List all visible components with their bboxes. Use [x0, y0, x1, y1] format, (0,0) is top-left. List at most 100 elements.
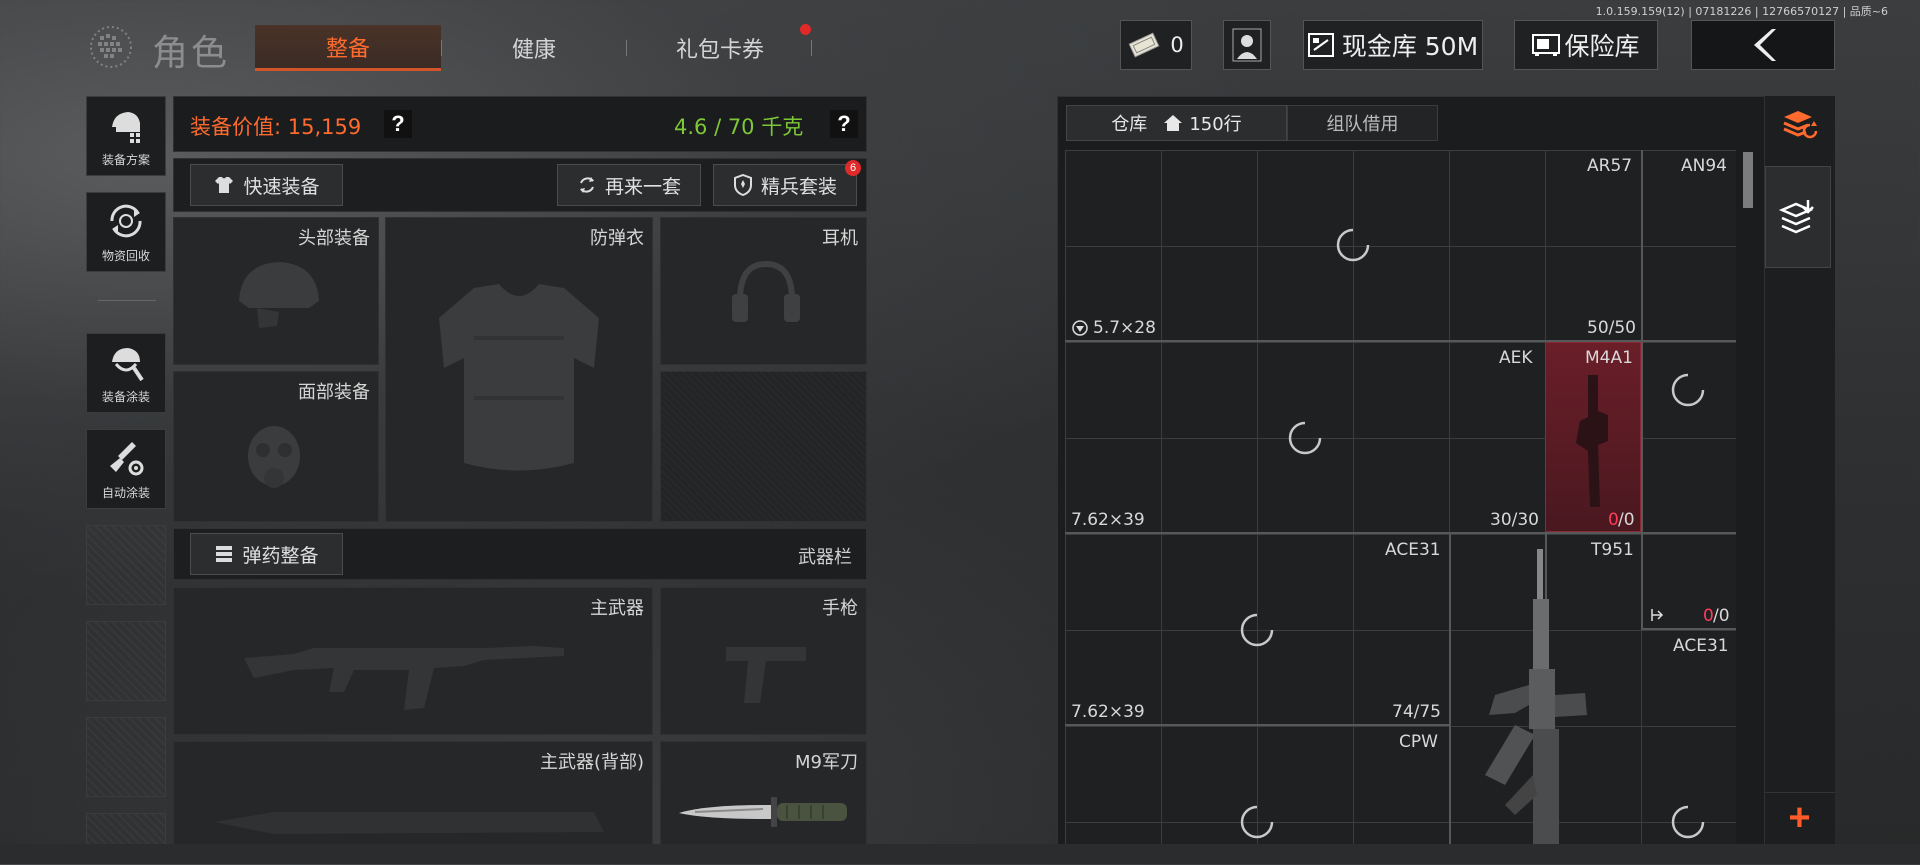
weapon-bar-label: 武器栏: [798, 547, 852, 568]
pistol-slot[interactable]: 手枪: [660, 587, 867, 735]
cash-vault-button[interactable]: 现金库 50M: [1303, 20, 1483, 70]
warehouse-scrollbar[interactable]: [1740, 150, 1756, 864]
exit-arrow-icon: [1651, 609, 1664, 621]
quick-equip-label: 快速装备: [243, 175, 320, 198]
slot-label: M9军刀: [795, 752, 858, 773]
empty-gear-slot: [660, 371, 867, 522]
warehouse-grid[interactable]: AR57 AN94 5.7×28 50/50 AEK M4A1 7.62×39 …: [1065, 150, 1736, 864]
back-button[interactable]: [1691, 20, 1835, 70]
sidebar-empty-slot: [86, 717, 166, 797]
ammo-icon: [216, 546, 233, 562]
tab-divider: [626, 40, 627, 56]
loading-spinner-icon: [1240, 805, 1274, 839]
sidebar-empty-slot: [86, 621, 166, 701]
knife-icon: [679, 797, 847, 827]
notification-dot: [800, 24, 811, 35]
slot-label: 面部装备: [298, 382, 370, 403]
loading-spinner-icon: [1671, 805, 1705, 839]
ticket-icon: [1128, 32, 1160, 58]
safe-vault-button[interactable]: 保险库: [1514, 20, 1658, 70]
slot-label: 防弹衣: [590, 228, 644, 249]
cash-vault-label: 现金库 50M: [1341, 32, 1479, 61]
body-armor-slot[interactable]: 防弹衣: [385, 217, 653, 522]
primary-weapon-slot[interactable]: 主武器: [173, 587, 653, 735]
shirt-icon: [215, 177, 234, 193]
item-ammo: 7.62×39: [1071, 510, 1145, 530]
reroll-button[interactable]: 再来一套: [557, 164, 701, 206]
item-count: 74/75: [1392, 702, 1441, 722]
sidebar-label: 装备方案: [101, 153, 150, 167]
ammo-prep-label: 弹药整备: [242, 544, 319, 567]
safe-icon: [1532, 34, 1561, 56]
reroll-label: 再来一套: [604, 175, 681, 198]
slot-label: 耳机: [822, 228, 858, 249]
elite-kit-button[interactable]: 精兵套装: [713, 164, 857, 206]
item-name: M4A1: [1585, 348, 1633, 368]
tab-storage-label: 仓库: [1111, 114, 1148, 135]
operator-button[interactable]: [1223, 20, 1271, 70]
item-name: AR57: [1587, 156, 1633, 176]
sidebar-label: 装备涂装: [101, 390, 150, 404]
tab-equip[interactable]: 整备: [255, 25, 441, 71]
carry-weight: 4.6 / 70 千克: [674, 115, 804, 139]
version-string: 1.0.159.159(12) | 07181226 | 12766570127…: [1595, 5, 1888, 18]
rifle-silhouette-icon: [244, 646, 564, 710]
head-gear-slot[interactable]: 头部装备: [173, 217, 379, 365]
item-name: ACE31: [1385, 540, 1441, 560]
auto-paint-icon: [110, 442, 144, 476]
sidebar-label: 物资回收: [101, 249, 150, 263]
sort-button[interactable]: [1768, 98, 1832, 150]
shield-icon: [733, 174, 752, 196]
loading-spinner-icon: [1671, 373, 1705, 407]
tab-storage[interactable]: 仓库 150行: [1066, 105, 1287, 141]
sidebar-item-auto-paint[interactable]: 自动涂装: [86, 429, 166, 509]
gas-mask-silhouette-icon: [248, 426, 300, 488]
face-gear-slot[interactable]: 面部装备: [173, 371, 379, 522]
item-name: AEK: [1499, 348, 1533, 368]
ticket-counter[interactable]: 0: [1120, 20, 1192, 70]
headset-slot[interactable]: 耳机: [660, 217, 867, 365]
tab-health[interactable]: 健康: [460, 25, 608, 71]
scrollbar-thumb[interactable]: [1743, 152, 1753, 208]
item-count-max: /0: [1713, 606, 1730, 626]
tab-divider: [811, 40, 812, 56]
item-count-max: /0: [1618, 510, 1635, 530]
ammo-prep-button[interactable]: 弹药整备: [190, 533, 343, 575]
layers-download-icon: [1778, 200, 1814, 234]
headset-silhouette-icon: [732, 260, 800, 322]
tab-team-borrow[interactable]: 组队借用: [1287, 105, 1438, 141]
refresh-icon: [579, 177, 594, 193]
sidebar-label: 自动涂装: [101, 486, 150, 500]
loading-spinner-icon: [1240, 613, 1274, 647]
item-name: CPW: [1399, 732, 1438, 752]
equipment-value: 装备价值: 15,159: [190, 115, 362, 139]
helmet-silhouette-icon: [239, 262, 319, 328]
item-name: ACE31: [1673, 636, 1729, 656]
vest-silhouette-icon: [439, 284, 599, 471]
stack-download-button[interactable]: [1765, 166, 1831, 268]
loading-spinner-icon: [1288, 421, 1322, 455]
slot-label: 手枪: [822, 598, 858, 619]
slot-label: 主武器(背部): [539, 752, 644, 773]
sidebar-item-gear-plan[interactable]: 装备方案: [86, 96, 166, 176]
add-row-button[interactable]: +: [1764, 792, 1835, 844]
ammo-type-icon: [1072, 320, 1088, 336]
recycle-icon: [110, 204, 142, 238]
back-chevron-icon: [1754, 29, 1776, 61]
cash-vault-icon: [1307, 33, 1334, 57]
sidebar-item-recycle[interactable]: 物资回收: [86, 192, 166, 272]
tab-gift-coupons[interactable]: 礼包卡券: [640, 25, 800, 71]
item-ammo: 7.62×39: [1071, 702, 1145, 722]
rifle-vertical-icon: [1576, 375, 1608, 507]
help-icon[interactable]: ?: [830, 110, 858, 138]
bottom-strip: [0, 844, 1920, 864]
helmet-paint-icon: [112, 348, 144, 382]
pistol-silhouette-icon: [726, 647, 806, 703]
tab-storage-rows: 150行: [1189, 114, 1242, 135]
sidebar-item-paint[interactable]: 装备涂装: [86, 333, 166, 413]
help-icon[interactable]: ?: [384, 110, 412, 138]
quick-equip-button[interactable]: 快速装备: [190, 164, 343, 206]
sidebar-divider: [98, 300, 156, 301]
sidebar-empty-slot: [86, 525, 166, 605]
ticket-count: 0: [1170, 33, 1184, 57]
